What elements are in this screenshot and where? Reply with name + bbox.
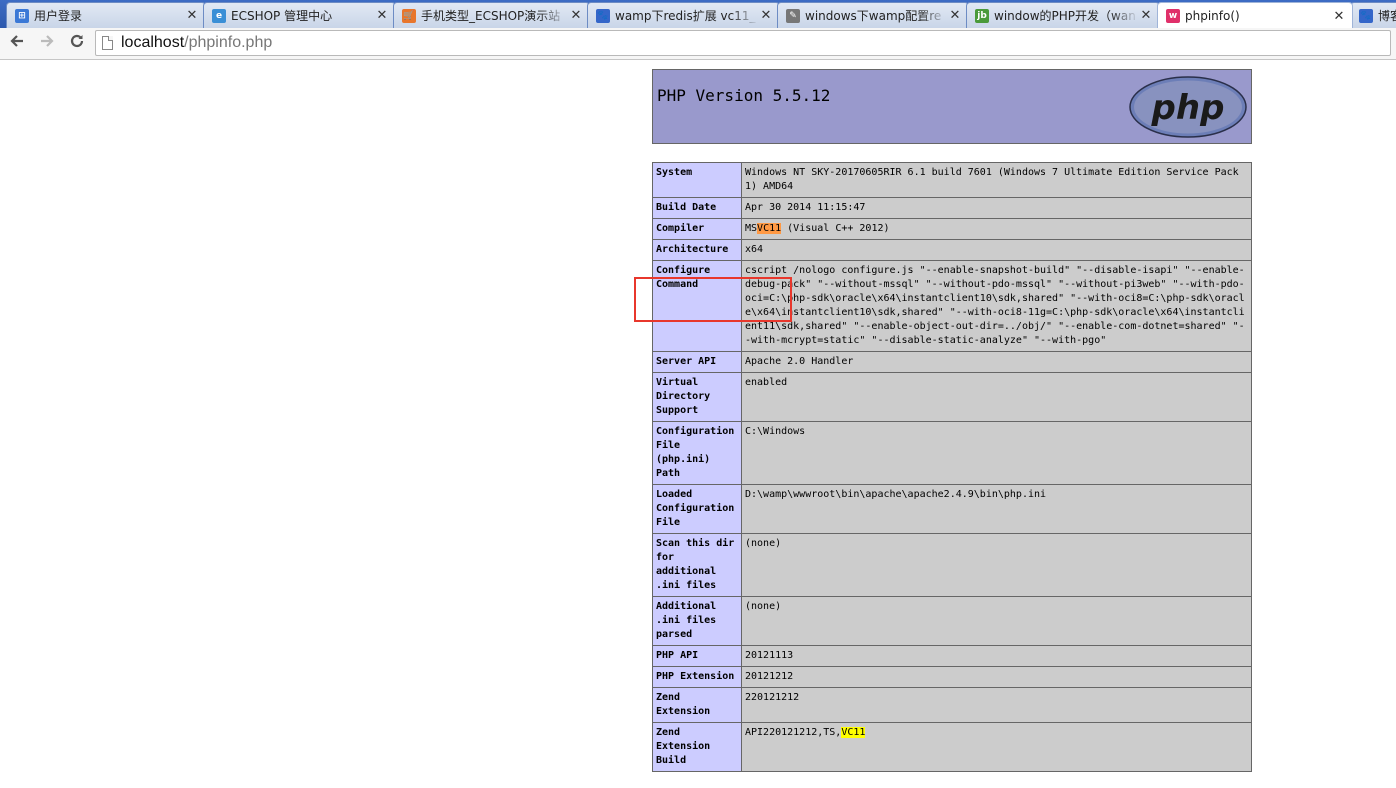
tab-close-icon[interactable]: ✕ [185,8,199,23]
phpinfo-key: Zend Extension [652,687,742,723]
phpinfo-key: Compiler [652,218,742,240]
url-text: localhost/phpinfo.php [121,34,273,51]
phpinfo-value: 20121212 [741,666,1252,688]
phpinfo-value: D:\wamp\wwwroot\bin\apache\apache2.4.9\b… [741,484,1252,534]
phpinfo-value: cscript /nologo configure.js "--enable-s… [741,260,1252,352]
phpinfo-key: Server API [652,351,742,373]
phpinfo-row: System Windows NT SKY-20170605RIR 6.1 bui… [652,162,1252,198]
tab-title: window的PHP开发（wan [994,9,1136,23]
browser-tab[interactable]: 🛒 手机类型_ECSHOP演示站 ✕ [393,2,590,28]
phpinfo-value: (none) [741,596,1252,646]
tab-close-icon[interactable]: ✕ [948,8,962,23]
highlighted-text: VC11 [841,727,866,738]
phpinfo-value: MSVC11 (Visual C++ 2012) [741,218,1252,240]
tab-favicon-icon: 🛒 [402,8,416,23]
highlighted-text: VC11 [757,223,782,234]
phpinfo-row: Build Date Apr 30 2014 11:15:47 [652,197,1252,219]
tab-favicon-icon: 🐾 [596,8,610,23]
tab-favicon-icon: e [212,8,226,23]
phpinfo-row: Architecture x64 [652,239,1252,261]
phpinfo-key: PHP API [652,645,742,667]
phpinfo-value: Apache 2.0 Handler [741,351,1252,373]
browser-toolbar: localhost/phpinfo.php [0,28,1396,60]
phpinfo-key: Additional .ini files parsed [652,596,742,646]
reload-button[interactable] [64,31,90,57]
tab-favicon-icon: ✎ [786,8,800,23]
tab-close-icon[interactable]: ✕ [759,8,773,23]
phpinfo-row: Additional .ini files parsed (none) [652,596,1252,646]
phpinfo-value: 20121113 [741,645,1252,667]
phpinfo-value: enabled [741,372,1252,422]
browser-tab[interactable]: e ECSHOP 管理中心 ✕ [203,2,396,28]
phpinfo-row: Compiler MSVC11 (Visual C++ 2012) [652,218,1252,240]
phpinfo-center: PHP Version 5.5.12 php System Windows NT … [652,69,1252,772]
phpinfo-value: Windows NT SKY-20170605RIR 6.1 build 760… [741,162,1252,198]
tab-close-icon[interactable]: ✕ [569,8,583,23]
phpinfo-value: (none) [741,533,1252,597]
page-content: PHP Version 5.5.12 php System Windows NT … [0,61,1396,788]
phpinfo-key: Configuration File (php.ini) Path [652,421,742,485]
value-text: (Visual C++ 2012) [781,223,890,234]
phpinfo-key: PHP Extension [652,666,742,688]
tab-close-icon[interactable]: ✕ [1332,9,1346,24]
tab-favicon-icon: 🐾 [1359,8,1373,23]
browser-tab[interactable]: jb window的PHP开发（wan ✕ [966,2,1160,28]
browser-tab[interactable]: 🐾 博客 [1350,2,1396,28]
value-text: API220121212,TS, [745,727,842,738]
tab-title: wamp下redis扩展 vc11_ [615,9,756,23]
tab-favicon-icon: w [1166,9,1180,23]
browser-tab[interactable]: ⊞ 用户登录 ✕ [6,2,206,28]
phpinfo-table: System Windows NT SKY-20170605RIR 6.1 bui… [652,162,1252,772]
tab-title: ECSHOP 管理中心 [231,9,333,23]
tab-title: phpinfo() [1185,9,1240,23]
phpinfo-key: Architecture [652,239,742,261]
address-bar[interactable]: localhost/phpinfo.php [95,30,1391,56]
phpinfo-row: Server API Apache 2.0 Handler [652,351,1252,373]
browser-tab[interactable]: w phpinfo() ✕ [1157,2,1353,28]
phpinfo-row: Configure Command cscript /nologo configu… [652,260,1252,352]
phpinfo-key: Virtual Directory Support [652,372,742,422]
phpinfo-row: Zend Extension Build API220121212,TS,VC11 [652,722,1252,772]
phpinfo-key: Zend Extension Build [652,722,742,772]
svg-text:php: php [1151,88,1225,128]
arrow-right-icon [39,33,55,54]
phpinfo-row: Configuration File (php.ini) Path C:\Wind… [652,421,1252,485]
arrow-left-icon [9,33,25,54]
phpinfo-value: 220121212 [741,687,1252,723]
php-version-header: PHP Version 5.5.12 php [652,69,1252,144]
phpinfo-key: Loaded Configuration File [652,484,742,534]
reload-icon [69,33,85,54]
phpinfo-key: Configure Command [652,260,742,352]
tab-title: 博客 [1378,9,1396,23]
phpinfo-row: Loaded Configuration File D:\wamp\wwwroot… [652,484,1252,534]
page-icon [102,36,113,50]
value-text: MS [745,223,758,234]
phpinfo-row: PHP Extension 20121212 [652,666,1252,688]
tab-title: 用户登录 [34,9,83,23]
browser-tab[interactable]: ✎ windows下wamp配置re ✕ [777,2,969,28]
back-button[interactable] [4,31,30,57]
phpinfo-key: System [652,162,742,198]
tab-title: windows下wamp配置re [805,9,942,23]
phpinfo-value: Apr 30 2014 11:15:47 [741,197,1252,219]
phpinfo-key: Build Date [652,197,742,219]
tab-close-icon[interactable]: ✕ [375,8,389,23]
phpinfo-row: Scan this dir for additional .ini files(… [652,533,1252,597]
forward-button[interactable] [34,31,60,57]
php-logo[interactable]: php [1129,76,1247,138]
browser-tab[interactable]: 🐾 wamp下redis扩展 vc11_ ✕ [587,2,780,28]
phpinfo-value: x64 [741,239,1252,261]
phpinfo-key: Scan this dir for additional .ini files [652,533,742,597]
tab-close-icon[interactable]: ✕ [1139,8,1153,23]
phpinfo-value: API220121212,TS,VC11 [741,722,1252,772]
tab-favicon-icon: jb [975,8,989,23]
php-version-title: PHP Version 5.5.12 [657,86,831,105]
phpinfo-row: Virtual Directory Support enabled [652,372,1252,422]
tab-strip: ⊞ 用户登录 ✕ e ECSHOP 管理中心 ✕ 🛒 手机类型_ECSHOP演示站 ✕ 🐾 wamp… [0,0,1396,28]
phpinfo-value: C:\Windows [741,421,1252,485]
phpinfo-row: Zend Extension 220121212 [652,687,1252,723]
phpinfo-row: PHP API 20121113 [652,645,1252,667]
tab-favicon-icon: ⊞ [15,8,29,23]
tab-title: 手机类型_ECSHOP演示站 [421,9,561,23]
